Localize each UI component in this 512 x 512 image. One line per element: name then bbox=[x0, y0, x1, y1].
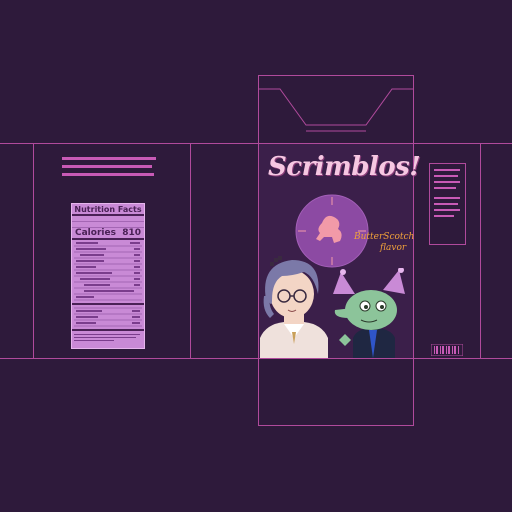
nutrition-detail-lines bbox=[72, 242, 144, 341]
nutrition-facts-label: Nutrition Facts Calories 810 bbox=[71, 203, 145, 349]
calories-value: 810 bbox=[122, 228, 141, 238]
top-flap-crease bbox=[258, 88, 414, 132]
calories-label: Calories bbox=[75, 228, 116, 238]
back-panel-text-lines bbox=[62, 157, 156, 176]
flavor-line-1: ButterScotch bbox=[354, 232, 415, 242]
barcode bbox=[431, 344, 463, 356]
top-flap bbox=[258, 75, 414, 144]
character-lizard-illustration bbox=[333, 268, 405, 358]
side-info-box bbox=[429, 163, 466, 245]
calories-row: Calories 810 bbox=[72, 228, 144, 240]
back-panel-text bbox=[60, 156, 160, 184]
flavor-line-2: flavor bbox=[380, 243, 407, 253]
character-girl-illustration bbox=[260, 256, 328, 358]
product-logo: Scrimblos! bbox=[268, 152, 421, 182]
nutrition-title: Nutrition Facts bbox=[72, 204, 144, 216]
side-panel-left bbox=[190, 143, 259, 359]
bottom-flap bbox=[258, 358, 414, 426]
side-info-text-lines bbox=[434, 169, 460, 217]
